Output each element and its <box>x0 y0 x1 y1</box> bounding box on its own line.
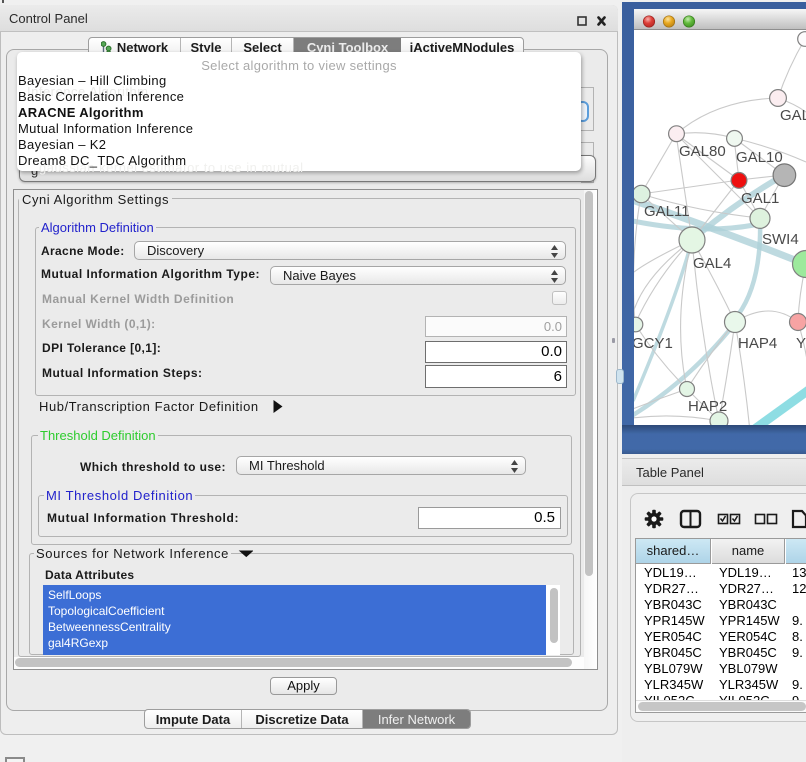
svg-text:GCY1: GCY1 <box>634 335 673 352</box>
svg-text:GAL10: GAL10 <box>736 149 783 166</box>
svg-text:HAP2: HAP2 <box>688 398 727 415</box>
svg-text:GAL: GAL <box>780 107 806 124</box>
svg-text:GAL80: GAL80 <box>679 143 726 160</box>
svg-text:HAP4: HAP4 <box>738 335 777 352</box>
svg-text:SWI4: SWI4 <box>762 231 799 248</box>
svg-text:GAL1: GAL1 <box>741 190 779 207</box>
svg-text:Y: Y <box>796 335 806 352</box>
svg-text:GAL11: GAL11 <box>644 203 690 220</box>
svg-text:GAL4: GAL4 <box>693 255 731 272</box>
